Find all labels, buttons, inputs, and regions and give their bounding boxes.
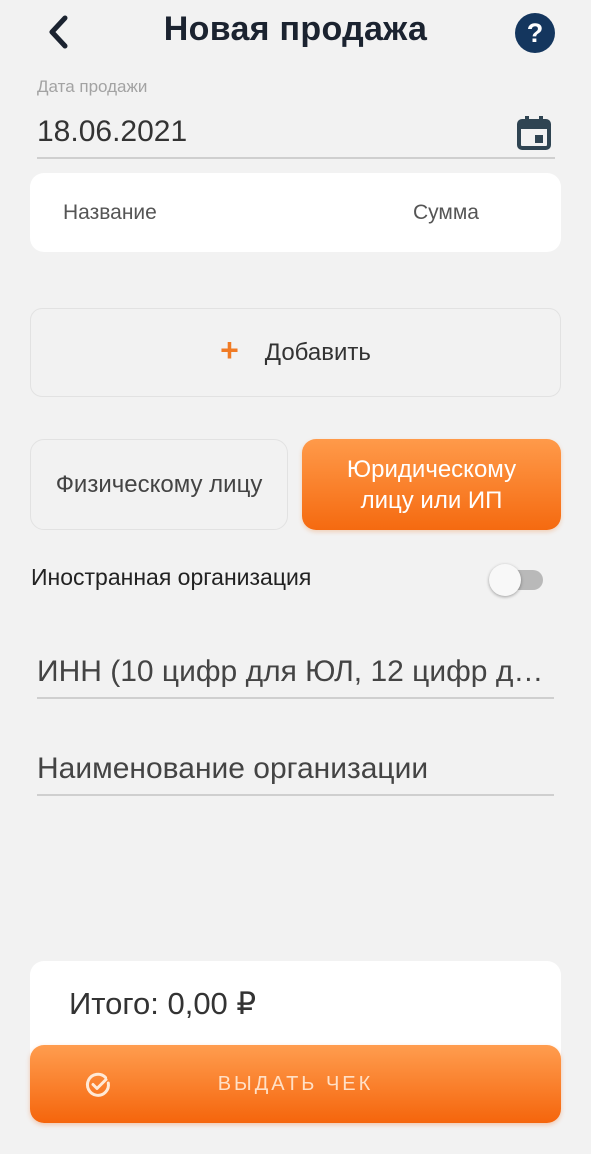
column-sum-header: Сумма — [413, 201, 479, 224]
foreign-org-label: Иностранная организация — [31, 564, 312, 590]
issue-receipt-label: ВЫДАТЬ ЧЕК — [217, 1073, 374, 1095]
column-name-header: Название — [63, 201, 157, 224]
inn-input-underline — [37, 697, 554, 699]
sale-date-field[interactable]: 18.06.2021 — [37, 115, 187, 149]
calendar-icon[interactable] — [516, 115, 552, 151]
sale-date-underline — [37, 157, 555, 159]
client-type-individual-button[interactable]: Физическому лицу — [30, 439, 288, 530]
plus-icon: + — [220, 332, 239, 368]
client-type-legal-label: Юридическому лицу или ИП — [346, 455, 517, 514]
total-amount: Итого: 0,00 ₽ — [69, 986, 257, 1021]
client-type-individual-label: Физическому лицу — [55, 471, 263, 498]
add-item-button[interactable]: + Добавить — [30, 308, 561, 397]
org-name-input-underline — [37, 794, 554, 796]
org-name-input[interactable]: Наименование организации — [37, 752, 554, 786]
add-item-label: Добавить — [264, 338, 371, 366]
help-button[interactable]: ? — [515, 13, 555, 53]
inn-input[interactable]: ИНН (10 цифр для ЮЛ, 12 цифр для ИП) — [37, 655, 554, 689]
page-title: Новая продажа — [163, 10, 428, 48]
foreign-org-toggle-knob[interactable] — [489, 564, 521, 596]
sale-date-label: Дата продажи — [37, 77, 148, 96]
client-type-legal-button[interactable]: Юридическому лицу или ИП — [302, 439, 561, 530]
